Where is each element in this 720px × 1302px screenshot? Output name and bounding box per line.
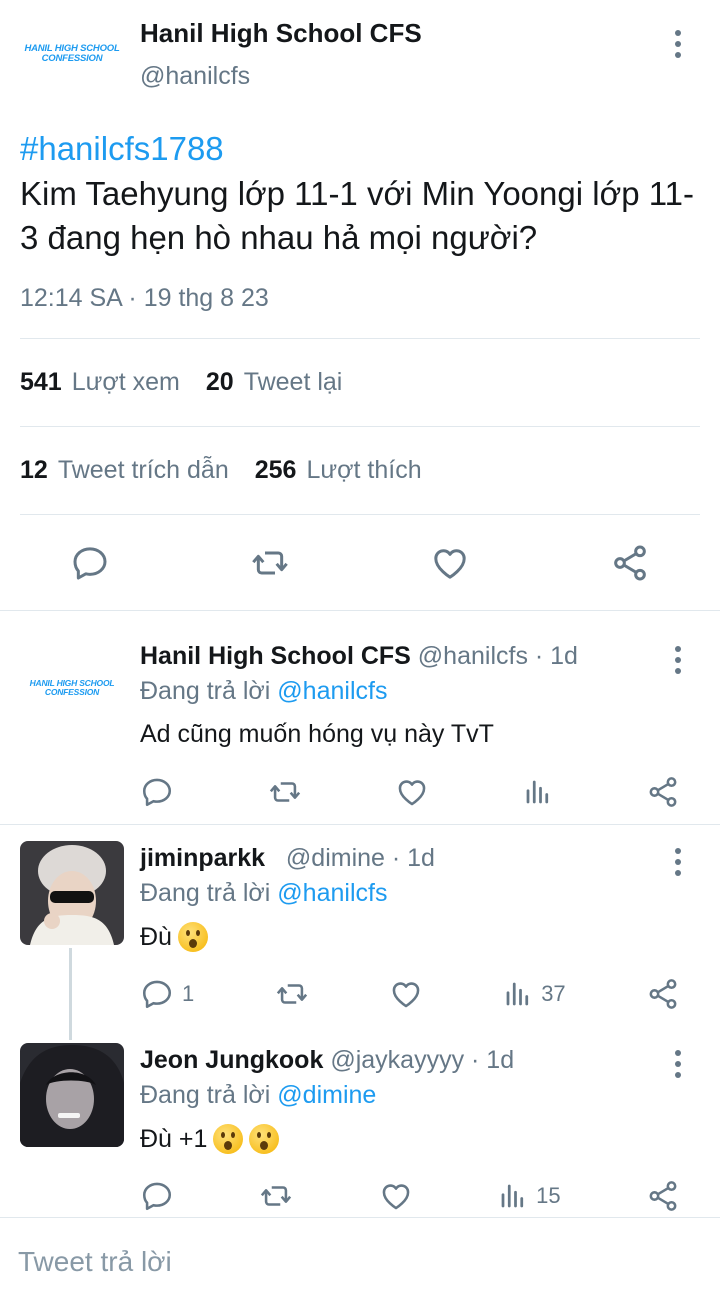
divider: [20, 426, 700, 427]
stats-row-1: 541 Lượt xem 20 Tweet lại: [20, 368, 342, 397]
views-icon[interactable]: [523, 777, 553, 807]
reply-author[interactable]: jiminparkk @dimine · 1d: [140, 844, 435, 873]
like-icon[interactable]: [389, 977, 423, 1011]
reply-icon[interactable]: [140, 1179, 174, 1213]
reply-icon[interactable]: [70, 543, 110, 583]
replying-prefix: Đang trả lời: [140, 879, 271, 907]
avatar[interactable]: [20, 1043, 124, 1147]
views-stat[interactable]: 541 Lượt xem: [20, 368, 180, 397]
reply-button[interactable]: 1: [140, 977, 194, 1011]
reply-author-meta: @hanilcfs · 1d: [417, 642, 578, 670]
mention-link[interactable]: @dimine: [277, 1081, 376, 1109]
reply-author-name: Jeon Jungkook: [140, 1046, 324, 1074]
reply-action-bar: 1 37: [140, 976, 680, 1012]
likes-label: Lượt thích: [306, 456, 422, 484]
divider: [20, 514, 700, 515]
author-logo[interactable]: HANIL HIGH SCHOOL CONFESSION: [18, 44, 126, 63]
retweet-icon[interactable]: [250, 543, 290, 583]
more-icon[interactable]: [668, 848, 688, 876]
retweet-icon[interactable]: [275, 977, 309, 1011]
reply-compose-input[interactable]: Tweet trả lời: [18, 1246, 172, 1278]
views-label: Lượt xem: [71, 368, 180, 396]
replying-prefix: Đang trả lời: [140, 1081, 271, 1109]
mention-link[interactable]: @hanilcfs: [277, 879, 387, 907]
reply-author-meta: @dimine · 1d: [285, 844, 435, 872]
thread-line: [69, 948, 72, 1040]
more-icon[interactable]: [668, 1050, 688, 1078]
views-button[interactable]: 15: [498, 1181, 561, 1211]
views-button[interactable]: 37: [503, 979, 566, 1009]
reply-action-bar: 15: [140, 1178, 680, 1214]
compose-divider: [0, 1217, 720, 1218]
views-count: 37: [541, 981, 566, 1006]
like-icon[interactable]: [430, 543, 470, 583]
reply-action-bar: [140, 774, 680, 810]
retweet-icon[interactable]: [259, 1179, 293, 1213]
reply-text: Đù +1: [140, 1124, 280, 1154]
emoji-hushed-icon: [177, 922, 208, 952]
tweet-timestamp[interactable]: 12:14 SA · 19 thg 8 23: [20, 284, 269, 313]
main-action-bar: [0, 542, 720, 584]
hashtag-link[interactable]: #hanilcfs1788: [20, 130, 224, 168]
share-icon[interactable]: [610, 543, 650, 583]
author-handle[interactable]: @hanilcfs: [140, 62, 250, 91]
retweets-count: 20: [205, 368, 234, 396]
stats-row-2: 12 Tweet trích dẫn 256 Lượt thích: [20, 456, 422, 485]
like-icon[interactable]: [395, 775, 429, 809]
reply-count: 1: [182, 981, 195, 1006]
reply-text: Ad cũng muốn hóng vụ này TvT: [140, 720, 494, 749]
more-icon[interactable]: [668, 646, 688, 674]
retweets-stat[interactable]: 20 Tweet lại: [206, 368, 342, 397]
replying-prefix: Đang trả lời: [140, 677, 271, 705]
views-count: 541: [20, 368, 62, 396]
emoji-hushed-icon: [249, 1124, 280, 1154]
retweet-icon[interactable]: [268, 775, 302, 809]
mention-link[interactable]: @hanilcfs: [277, 677, 387, 705]
quotes-count: 12: [20, 456, 48, 484]
likes-count: 256: [254, 456, 297, 484]
emoji-hushed-icon: [213, 1124, 244, 1154]
views-count: 15: [536, 1183, 561, 1208]
retweets-label: Tweet lại: [243, 368, 343, 396]
reply-text-content: Đù: [140, 922, 172, 951]
reply-icon: [140, 977, 174, 1011]
more-icon[interactable]: [668, 30, 688, 58]
quotes-label: Tweet trích dẫn: [57, 456, 229, 484]
replying-to: Đang trả lời @hanilcfs: [140, 879, 387, 908]
reply-text-content: Ad cũng muốn hóng vụ này TvT: [140, 720, 494, 748]
like-icon[interactable]: [379, 1179, 413, 1213]
share-icon[interactable]: [646, 977, 680, 1011]
quotes-stat[interactable]: 12 Tweet trích dẫn: [20, 456, 229, 485]
reply-icon[interactable]: [140, 775, 174, 809]
tweet-text: Kim Taehyung lớp 11-1 với Min Yoongi lớp…: [20, 175, 694, 256]
reply-author-meta: @jaykayyyy · 1d: [330, 1046, 515, 1074]
divider: [20, 338, 700, 339]
reply-author[interactable]: Jeon Jungkook @jaykayyyy · 1d: [140, 1046, 514, 1075]
views-icon: [503, 979, 533, 1009]
reply-text-content: Đù +1: [140, 1124, 208, 1153]
share-icon[interactable]: [646, 775, 680, 809]
section-divider: [0, 610, 720, 611]
avatar[interactable]: [20, 841, 124, 945]
reply-divider: [0, 824, 720, 825]
views-icon: [498, 1181, 528, 1211]
author-name[interactable]: Hanil High School CFS: [140, 18, 422, 49]
reply-author-name: jiminparkk: [140, 844, 266, 872]
reply-avatar-logo[interactable]: HANIL HIGH SCHOOL CONFESSION: [18, 679, 126, 696]
likes-stat[interactable]: 256 Lượt thích: [255, 456, 422, 485]
reply-text: Đù: [140, 922, 208, 952]
share-icon[interactable]: [646, 1179, 680, 1213]
reply-author-name: Hanil High School CFS: [140, 642, 411, 670]
reply-author[interactable]: Hanil High School CFS @hanilcfs · 1d: [140, 642, 578, 671]
replying-to: Đang trả lời @dimine: [140, 1081, 376, 1110]
replying-to: Đang trả lời @hanilcfs: [140, 677, 387, 706]
